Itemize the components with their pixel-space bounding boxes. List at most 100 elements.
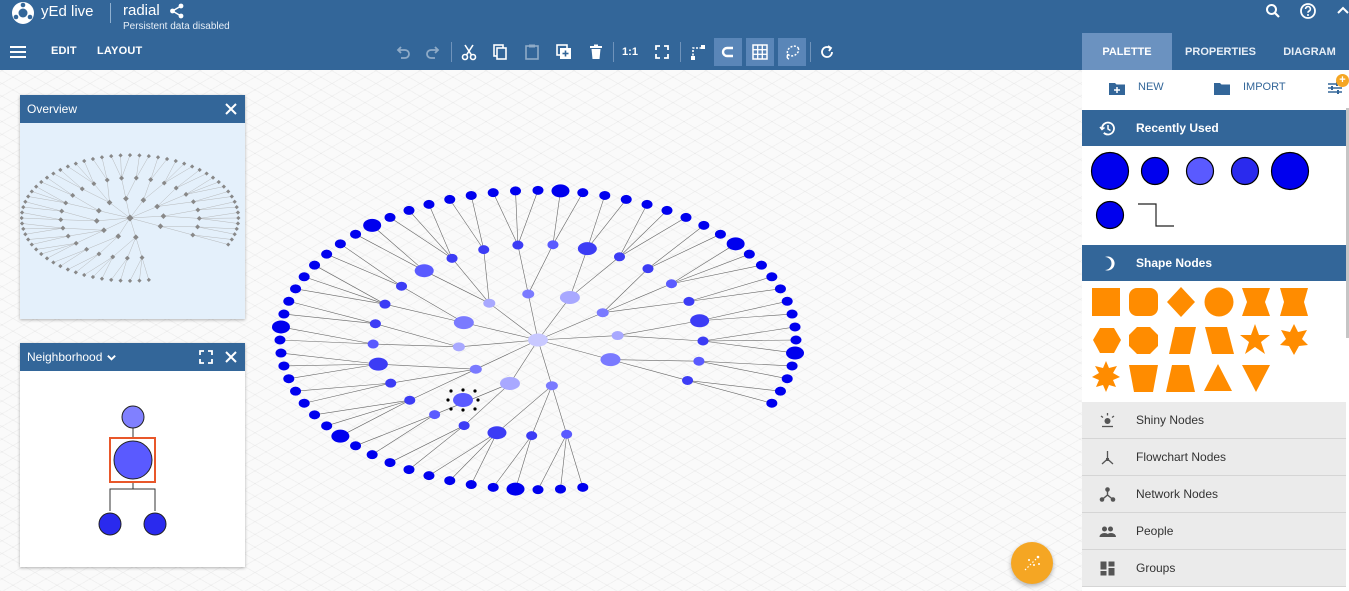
shape-hexagon[interactable] — [1093, 328, 1121, 353]
graph-node[interactable] — [487, 188, 499, 198]
shape-parallelogram[interactable] — [1169, 327, 1196, 354]
graph-node[interactable] — [611, 331, 624, 341]
flowchart-nodes-section[interactable]: Flowchart Nodes — [1082, 439, 1346, 476]
graph-node[interactable] — [561, 429, 573, 439]
graph-node[interactable] — [577, 188, 589, 198]
graph-node[interactable] — [697, 336, 709, 346]
graph-node[interactable] — [774, 284, 786, 294]
graph-node[interactable] — [526, 431, 538, 441]
recent-node-circle[interactable] — [1185, 156, 1215, 186]
graph-node[interactable] — [331, 429, 350, 443]
graph-node[interactable] — [350, 441, 362, 451]
tab-properties[interactable]: PROPERTIES — [1172, 33, 1269, 70]
graph-node[interactable] — [577, 242, 597, 256]
graph-node[interactable] — [278, 309, 290, 319]
recent-node-circle[interactable] — [1090, 151, 1130, 191]
shape-triangle-down[interactable] — [1242, 365, 1270, 392]
graph-node[interactable] — [499, 376, 520, 390]
neighbor-node[interactable] — [121, 405, 145, 429]
neighborhood-view[interactable] — [20, 371, 245, 567]
orthogonal-edges-button[interactable] — [684, 38, 712, 66]
delete-button[interactable] — [582, 38, 610, 66]
shape-diamond[interactable] — [1167, 287, 1195, 317]
snapping-button[interactable] — [714, 38, 742, 66]
recent-edge-orthogonal[interactable] — [1138, 203, 1174, 227]
graph-node[interactable] — [350, 229, 362, 239]
graph-node[interactable] — [766, 272, 778, 282]
graph-node[interactable] — [614, 252, 626, 262]
shape-rectangle[interactable] — [1092, 288, 1120, 316]
edit-menu[interactable]: EDIT — [51, 45, 77, 57]
undo-button[interactable] — [389, 38, 417, 66]
graph-node[interactable] — [385, 378, 397, 388]
graph-node[interactable] — [620, 194, 632, 204]
recent-node-circle[interactable] — [1230, 156, 1260, 186]
shape-triangle[interactable] — [1204, 364, 1232, 391]
graph-node[interactable] — [309, 410, 321, 420]
graph-node[interactable] — [321, 249, 333, 259]
selection-handle[interactable] — [473, 407, 477, 411]
shape-star6[interactable] — [1280, 324, 1308, 355]
graph-node[interactable] — [465, 190, 477, 200]
selection-handle[interactable] — [461, 408, 465, 412]
graph-node[interactable] — [577, 482, 589, 492]
chevron-down-icon[interactable] — [106, 352, 117, 363]
focused-node[interactable] — [113, 440, 153, 480]
graph-node[interactable] — [786, 361, 798, 371]
selection-handle[interactable] — [449, 407, 453, 411]
graph-node[interactable] — [290, 284, 302, 294]
people-section[interactable]: People — [1082, 513, 1346, 550]
close-icon[interactable] — [224, 102, 238, 116]
graph-node[interactable] — [532, 185, 544, 195]
recently-used-header[interactable]: Recently Used — [1082, 110, 1346, 146]
chevron-up-icon[interactable] — [1334, 2, 1349, 20]
graph-node[interactable] — [690, 314, 710, 328]
help-icon[interactable] — [1299, 2, 1317, 20]
graph-node[interactable] — [528, 333, 548, 347]
copy-button[interactable] — [486, 38, 514, 66]
graph-node[interactable] — [453, 393, 473, 407]
graph-node[interactable] — [532, 485, 544, 495]
shiny-nodes-section[interactable]: Shiny Nodes — [1082, 402, 1346, 439]
graph-node[interactable] — [510, 186, 522, 196]
close-icon[interactable] — [224, 350, 238, 364]
graph-node[interactable] — [790, 335, 802, 345]
hamburger-menu-icon[interactable] — [9, 43, 27, 61]
graph-node[interactable] — [559, 290, 580, 304]
graph-node[interactable] — [512, 240, 524, 250]
paste-button[interactable] — [518, 38, 546, 66]
graph-node[interactable] — [781, 374, 793, 384]
graph-node[interactable] — [321, 421, 333, 431]
graph-node[interactable] — [642, 264, 654, 274]
graph-node[interactable] — [599, 190, 611, 200]
graph-node[interactable] — [774, 386, 786, 396]
graph-node[interactable] — [366, 450, 378, 460]
redo-button[interactable] — [419, 38, 447, 66]
shape-banner[interactable] — [1280, 288, 1308, 316]
graph-node[interactable] — [547, 240, 559, 250]
graph-node[interactable] — [367, 339, 379, 349]
graph-node[interactable] — [766, 398, 778, 408]
graph-node[interactable] — [453, 316, 474, 330]
graph-node[interactable] — [551, 184, 570, 198]
graph-node[interactable] — [396, 281, 408, 291]
tab-diagram[interactable]: DIAGRAM — [1270, 33, 1349, 70]
groups-section[interactable]: Groups — [1082, 550, 1346, 587]
graph-node[interactable] — [363, 218, 382, 232]
graph-node[interactable] — [683, 296, 695, 306]
neighbor-node[interactable] — [98, 512, 122, 536]
graph-node[interactable] — [298, 398, 310, 408]
graph-node[interactable] — [483, 298, 496, 308]
graph-node[interactable] — [278, 361, 290, 371]
neighbor-node[interactable] — [143, 512, 167, 536]
shape-star8[interactable] — [1092, 361, 1120, 392]
shape-octagon[interactable] — [1129, 327, 1158, 354]
graph-node[interactable] — [665, 279, 677, 289]
shape-ellipse[interactable] — [1204, 287, 1234, 317]
selection-handle[interactable] — [476, 398, 480, 402]
shape-fat-arrow[interactable] — [1242, 288, 1270, 316]
grid-button[interactable] — [746, 38, 774, 66]
recent-node-circle[interactable] — [1140, 156, 1170, 186]
graph-node[interactable] — [444, 194, 456, 204]
selection-handle[interactable] — [461, 388, 465, 392]
